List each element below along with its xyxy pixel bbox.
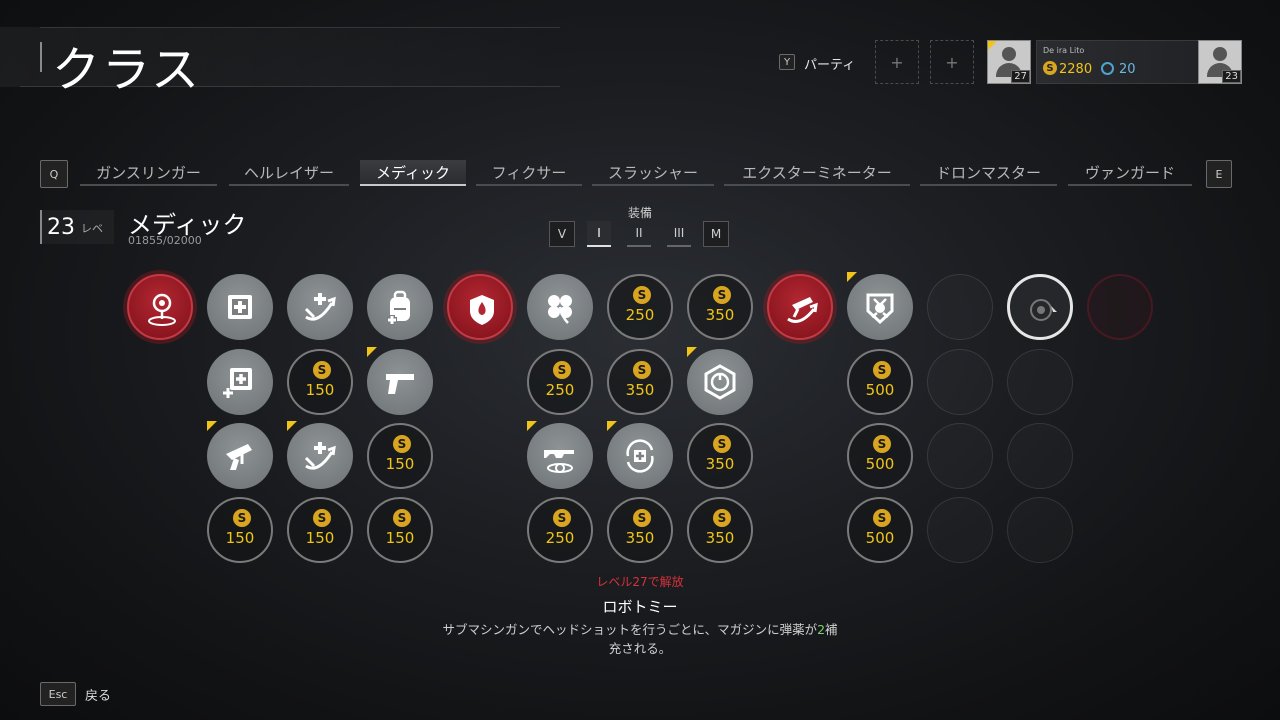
perk-node-cost[interactable]: S 350 [687, 497, 753, 563]
back-button[interactable]: 戻る [85, 685, 111, 704]
perk-cost: 150 [385, 529, 415, 547]
perk-node-locked[interactable] [927, 349, 993, 415]
perk-cost: 350 [705, 306, 735, 324]
perk-node-heal-arrow[interactable] [287, 421, 353, 489]
perk-description: サブマシンガンでヘッドショットを行うごとに、マガジンに弾薬が2補充される。 [440, 620, 840, 658]
perk-node-cost[interactable]: S 150 [367, 423, 433, 489]
clover-icon [548, 295, 572, 324]
perk-node-locked[interactable] [1007, 423, 1073, 489]
perk-node-cost[interactable]: S 150 [287, 349, 353, 415]
perk-cost: 150 [305, 381, 335, 399]
perk-tree: S 250 S 350 S 150 S 250 S 350 S 500 S 150 S 350 S 500 S 150… [0, 0, 1280, 600]
perk-desc-text: サブマシンガンでヘッドショットを行うごとに、マガジンに弾薬が [442, 622, 818, 637]
credit-icon: S [633, 286, 651, 304]
perk-cost: 350 [705, 529, 735, 547]
perk-cost: 150 [385, 455, 415, 473]
credit-icon: S [393, 509, 411, 527]
perk-node-target[interactable] [127, 274, 193, 340]
perk-cost: 250 [545, 381, 575, 399]
credit-icon: S [313, 361, 331, 379]
unlock-requirement: レベル27で解放 [596, 575, 684, 589]
credit-icon: S [873, 509, 891, 527]
perk-node-cost[interactable]: S 350 [607, 349, 673, 415]
perk-node-medkit[interactable] [207, 274, 273, 340]
badge-icon [866, 293, 894, 325]
esc-key-hint[interactable]: Esc [40, 682, 76, 706]
credit-icon: S [633, 509, 651, 527]
perk-node-cost[interactable]: S 350 [687, 423, 753, 489]
perk-desc-highlight: 2 [817, 622, 826, 637]
perk-node-medkit-plus[interactable] [207, 349, 273, 415]
perk-cost: 150 [225, 529, 255, 547]
rifle-icon [544, 450, 574, 473]
credit-icon: S [233, 509, 251, 527]
perk-node-locked[interactable] [1087, 274, 1153, 340]
credit-icon: S [393, 435, 411, 453]
perk-node-shield-drop[interactable] [447, 274, 513, 340]
perk-node-cost[interactable]: S 350 [687, 274, 753, 340]
perk-cost: 350 [705, 455, 735, 473]
perk-cost: 500 [865, 455, 895, 473]
perk-node-cost[interactable]: S 150 [207, 497, 273, 563]
credit-icon: S [713, 286, 731, 304]
perk-cost: 500 [865, 529, 895, 547]
perk-node-gun-arrow[interactable] [767, 274, 833, 340]
perk-cost: 500 [865, 381, 895, 399]
medkit-icon [228, 295, 252, 319]
lobotomy-icon [1030, 299, 1057, 321]
perk-node-hex[interactable] [687, 347, 753, 415]
perk-node-cost[interactable]: S 350 [607, 497, 673, 563]
perk-cost: 250 [545, 529, 575, 547]
backpack-icon [387, 290, 410, 325]
perk-node-locked[interactable] [927, 274, 993, 340]
credit-icon: S [713, 435, 731, 453]
perk-node-cost[interactable]: S 500 [847, 497, 913, 563]
perk-node-cost[interactable]: S 500 [847, 423, 913, 489]
perk-node-pistol[interactable] [367, 347, 433, 415]
perk-node-smg[interactable] [207, 421, 273, 489]
heal-arrow-icon [304, 293, 336, 321]
perk-node-heal-arrow[interactable] [287, 274, 353, 340]
perk-node-rifle[interactable] [527, 421, 593, 489]
perk-cost: 250 [625, 306, 655, 324]
perk-node-clover[interactable] [527, 274, 593, 340]
credit-icon: S [313, 509, 331, 527]
shield-drop-icon [470, 295, 494, 325]
credit-icon: S [553, 361, 571, 379]
perk-cost: 350 [625, 381, 655, 399]
perk-cost: 150 [305, 529, 335, 547]
perk-name: ロボトミー [602, 598, 678, 616]
perk-node-cost[interactable]: S 150 [287, 497, 353, 563]
hex-icon [704, 364, 736, 400]
perk-node-locked[interactable] [927, 497, 993, 563]
credit-icon: S [553, 509, 571, 527]
perk-cost: 350 [625, 529, 655, 547]
perk-node-cost[interactable]: S 250 [527, 349, 593, 415]
target-icon [148, 293, 176, 326]
pistol-icon [386, 374, 414, 394]
credit-icon: S [713, 509, 731, 527]
medkit-cycle-icon [626, 439, 654, 473]
perk-node-medkit-cycle[interactable] [607, 421, 673, 489]
perk-node-cost[interactable]: S 500 [847, 349, 913, 415]
credit-icon: S [873, 361, 891, 379]
credit-icon: S [873, 435, 891, 453]
perk-node-locked[interactable] [1007, 349, 1073, 415]
perk-node-badge[interactable] [847, 272, 913, 340]
perk-node-cost[interactable]: S 250 [607, 274, 673, 340]
gun-arrow-icon [787, 297, 818, 323]
perk-node-backpack[interactable] [367, 274, 433, 340]
perk-node-cost[interactable]: S 250 [527, 497, 593, 563]
perk-node-cost[interactable]: S 150 [367, 497, 433, 563]
perk-node-selected[interactable] [1007, 274, 1073, 340]
heal-arrow-icon [304, 442, 336, 470]
perk-node-locked[interactable] [927, 423, 993, 489]
medkit-plus-icon [223, 368, 252, 398]
smg-icon [226, 444, 252, 470]
perk-node-locked[interactable] [1007, 497, 1073, 563]
credit-icon: S [633, 361, 651, 379]
